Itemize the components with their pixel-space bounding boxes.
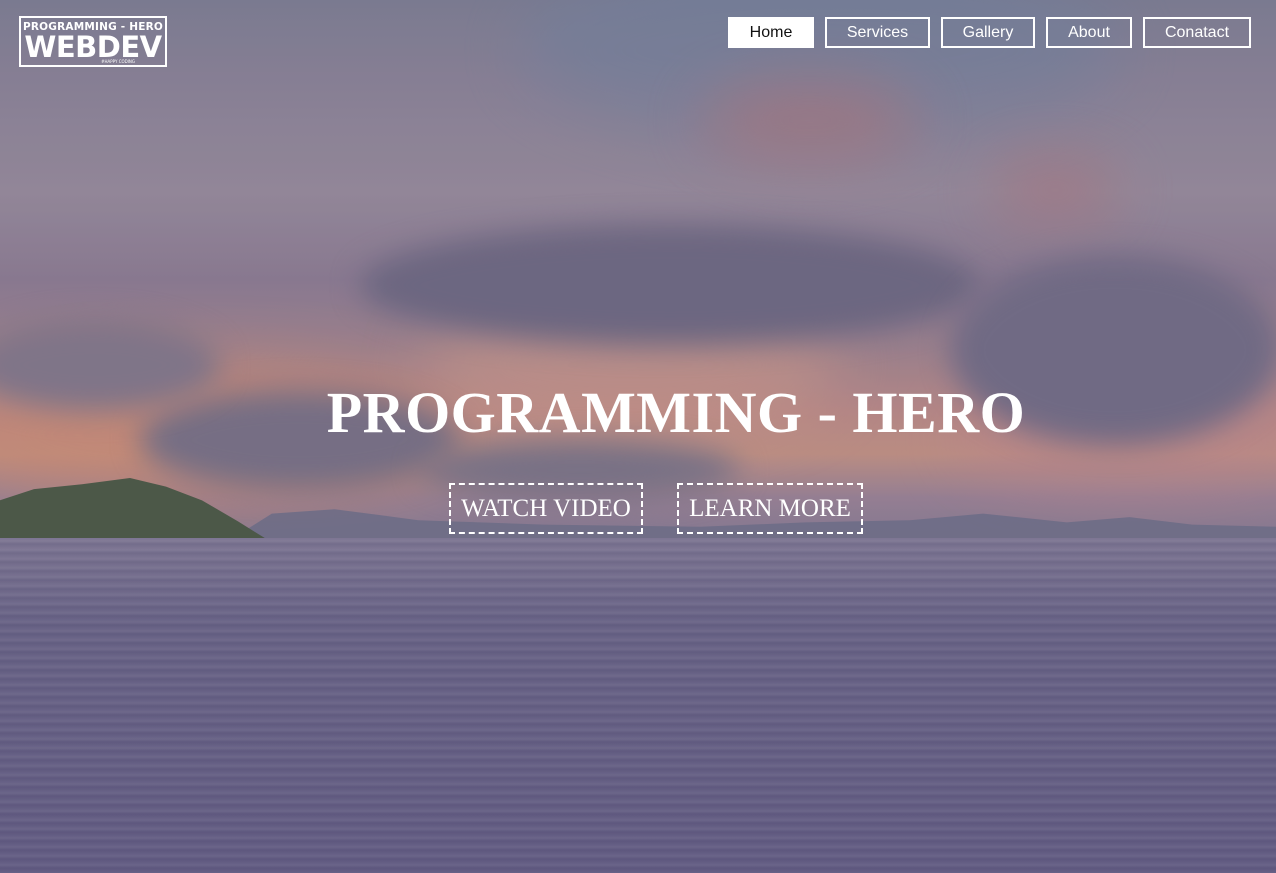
- logo-main-text: WEBDEV: [24, 30, 162, 64]
- nav-services[interactable]: Services: [825, 17, 930, 48]
- hero-title: PROGRAMMING - HERO: [326, 380, 1026, 445]
- nav-contact[interactable]: Conatact: [1143, 17, 1251, 48]
- site-logo[interactable]: PROGRAMMING - HERO WEBDEV #HAPPY CODING: [19, 16, 167, 67]
- watch-video-button[interactable]: WATCH VIDEO: [449, 483, 643, 534]
- nav-gallery[interactable]: Gallery: [941, 17, 1035, 48]
- hero-actions: WATCH VIDEO LEARN MORE: [449, 483, 863, 534]
- logo-tagline: #HAPPY CODING: [101, 59, 135, 64]
- nav-about[interactable]: About: [1046, 17, 1132, 48]
- nav-home[interactable]: Home: [728, 17, 814, 48]
- main-navigation: Home Services Gallery About Conatact: [728, 17, 1251, 48]
- learn-more-button[interactable]: LEARN MORE: [677, 483, 863, 534]
